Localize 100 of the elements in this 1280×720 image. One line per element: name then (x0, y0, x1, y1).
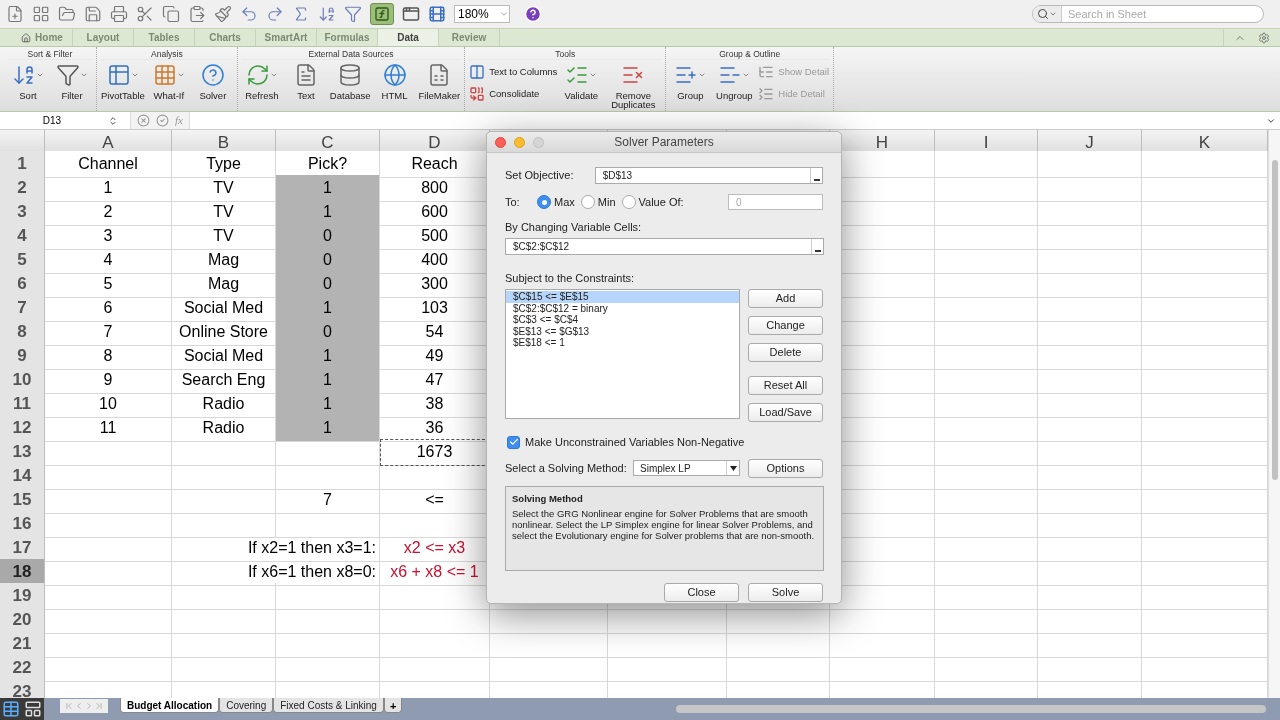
row-header[interactable]: 21 (0, 631, 45, 658)
row-header[interactable]: 10 (0, 367, 45, 394)
variable-cells-field[interactable]: $C$2:$C$12 (505, 237, 824, 255)
ribbon-button[interactable]: Remove Duplicates (605, 62, 662, 109)
column-header[interactable]: K (1142, 130, 1268, 151)
radio-button[interactable] (621, 195, 636, 209)
radio-button[interactable] (580, 195, 595, 209)
minimize-window-button[interactable] (514, 136, 525, 148)
row-header[interactable]: 23 (0, 679, 45, 698)
row-header[interactable]: 9 (0, 343, 45, 370)
row-header[interactable]: 2 (0, 175, 45, 202)
constraint-item[interactable]: $C$3 <= $C$4 (506, 314, 739, 326)
redo-icon[interactable] (266, 5, 284, 23)
row-header[interactable]: 8 (0, 319, 45, 346)
ribbon-button[interactable]: Filter (52, 62, 92, 100)
settings-icon[interactable] (1258, 31, 1270, 44)
ribbon-button[interactable]: Text (285, 62, 326, 100)
dialog-button[interactable]: Add (748, 289, 823, 308)
add-sheet-button[interactable]: + (383, 698, 403, 713)
folder-icon[interactable] (58, 5, 76, 23)
row-header[interactable]: 19 (0, 583, 45, 610)
column-header[interactable]: C (276, 130, 380, 151)
ribbon-button[interactable]: Validate (561, 62, 602, 100)
sheet-tab[interactable]: Covering (219, 698, 274, 713)
ribbon-button[interactable]: PivotTable (101, 62, 145, 100)
objective-field[interactable]: $D$13 (594, 166, 823, 184)
row-header[interactable]: 18 (0, 559, 45, 586)
ribbon-button[interactable]: Sort (8, 62, 48, 100)
print-icon[interactable] (110, 5, 128, 23)
row-header[interactable]: 16 (0, 511, 45, 538)
zoom-field[interactable]: 180% (454, 5, 510, 23)
row-header[interactable]: 22 (0, 655, 45, 682)
dialog-button[interactable]: Delete (748, 343, 823, 362)
undo-icon[interactable] (240, 5, 258, 23)
help-icon[interactable] (524, 5, 542, 23)
row-header[interactable]: 14 (0, 463, 45, 490)
row-header[interactable]: 3 (0, 199, 45, 226)
row-header[interactable]: 1 (0, 151, 45, 178)
page-layout-icon[interactable] (24, 700, 42, 718)
ribbon-button[interactable]: Database (329, 62, 371, 100)
media-icon[interactable] (428, 5, 446, 23)
column-header[interactable]: I (935, 130, 1038, 151)
vertical-scrollbar[interactable] (1268, 130, 1280, 698)
ribbon-button[interactable]: Solver (192, 62, 233, 100)
checkbox[interactable] (507, 435, 520, 449)
row-header[interactable]: 5 (0, 247, 45, 274)
sheet-tab[interactable]: Fixed Costs & Linking (273, 698, 384, 713)
sort-icon[interactable] (318, 5, 336, 23)
dialog-button[interactable]: Load/Save (748, 403, 823, 422)
ribbon-button[interactable]: What-If (148, 62, 189, 100)
ribbon-button[interactable]: Refresh (241, 62, 282, 100)
horizontal-scrollbar[interactable] (676, 705, 1266, 713)
normal-view-icon[interactable] (2, 700, 20, 718)
row-header[interactable]: 12 (0, 415, 45, 442)
collapse-icon[interactable] (810, 167, 822, 183)
column-header[interactable]: D (380, 130, 490, 151)
constraint-item[interactable]: $C$15 <= $E$15 (506, 291, 739, 303)
row-header[interactable]: 17 (0, 535, 45, 562)
dialog-button[interactable]: Close (664, 582, 739, 602)
gallery-icon[interactable] (32, 5, 50, 23)
ribbon-button[interactable]: Ungroup (714, 62, 755, 100)
collapse-icon[interactable] (811, 238, 823, 254)
ribbon-button[interactable]: HTML (374, 62, 415, 100)
formula-builder-button[interactable] (370, 3, 394, 25)
filter-icon[interactable] (344, 5, 362, 23)
row-header[interactable]: 7 (0, 295, 45, 322)
column-header[interactable]: A (45, 130, 172, 151)
row-header[interactable]: 6 (0, 271, 45, 298)
options-button[interactable]: Options (748, 458, 823, 478)
close-window-button[interactable] (495, 136, 506, 148)
sheet-tab[interactable]: Budget Allocation (120, 698, 220, 713)
dialog-button[interactable]: Reset All (748, 376, 823, 395)
confirm-icon[interactable] (156, 114, 169, 127)
paste-icon[interactable] (188, 5, 206, 23)
ribbon-tab[interactable]: Data (378, 29, 439, 46)
column-header[interactable]: J (1038, 130, 1142, 151)
dialog-button[interactable]: Solve (748, 582, 823, 602)
new-file-icon[interactable] (6, 5, 24, 23)
window-icon[interactable] (402, 5, 420, 23)
row-header[interactable]: 13 (0, 439, 45, 466)
ribbon-button[interactable]: Text to Columns (469, 64, 558, 80)
name-box[interactable]: D13 (0, 113, 104, 128)
cancel-icon[interactable] (137, 114, 150, 127)
row-header[interactable]: 20 (0, 607, 45, 634)
ribbon-button[interactable]: Consolidate (469, 86, 558, 102)
row-header[interactable]: 11 (0, 391, 45, 418)
column-header[interactable]: H (830, 130, 935, 151)
constraint-item[interactable]: $E$18 <= 1 (506, 337, 739, 349)
save-icon[interactable] (84, 5, 102, 23)
ribbon-button[interactable]: FileMaker (418, 62, 461, 100)
copy-icon[interactable] (162, 5, 180, 23)
constraint-item[interactable]: $E$13 <= $G$13 (506, 325, 739, 337)
radio-button[interactable] (537, 195, 551, 209)
row-header[interactable]: 4 (0, 223, 45, 250)
method-dropdown[interactable]: Simplex LP (633, 460, 740, 476)
dialog-button[interactable]: Change (748, 316, 823, 335)
brush-icon[interactable] (214, 5, 232, 23)
stepper-icon[interactable] (108, 115, 118, 126)
constraint-item[interactable]: $C$2:$C$12 = binary (506, 302, 739, 314)
row-header[interactable]: 15 (0, 487, 45, 514)
